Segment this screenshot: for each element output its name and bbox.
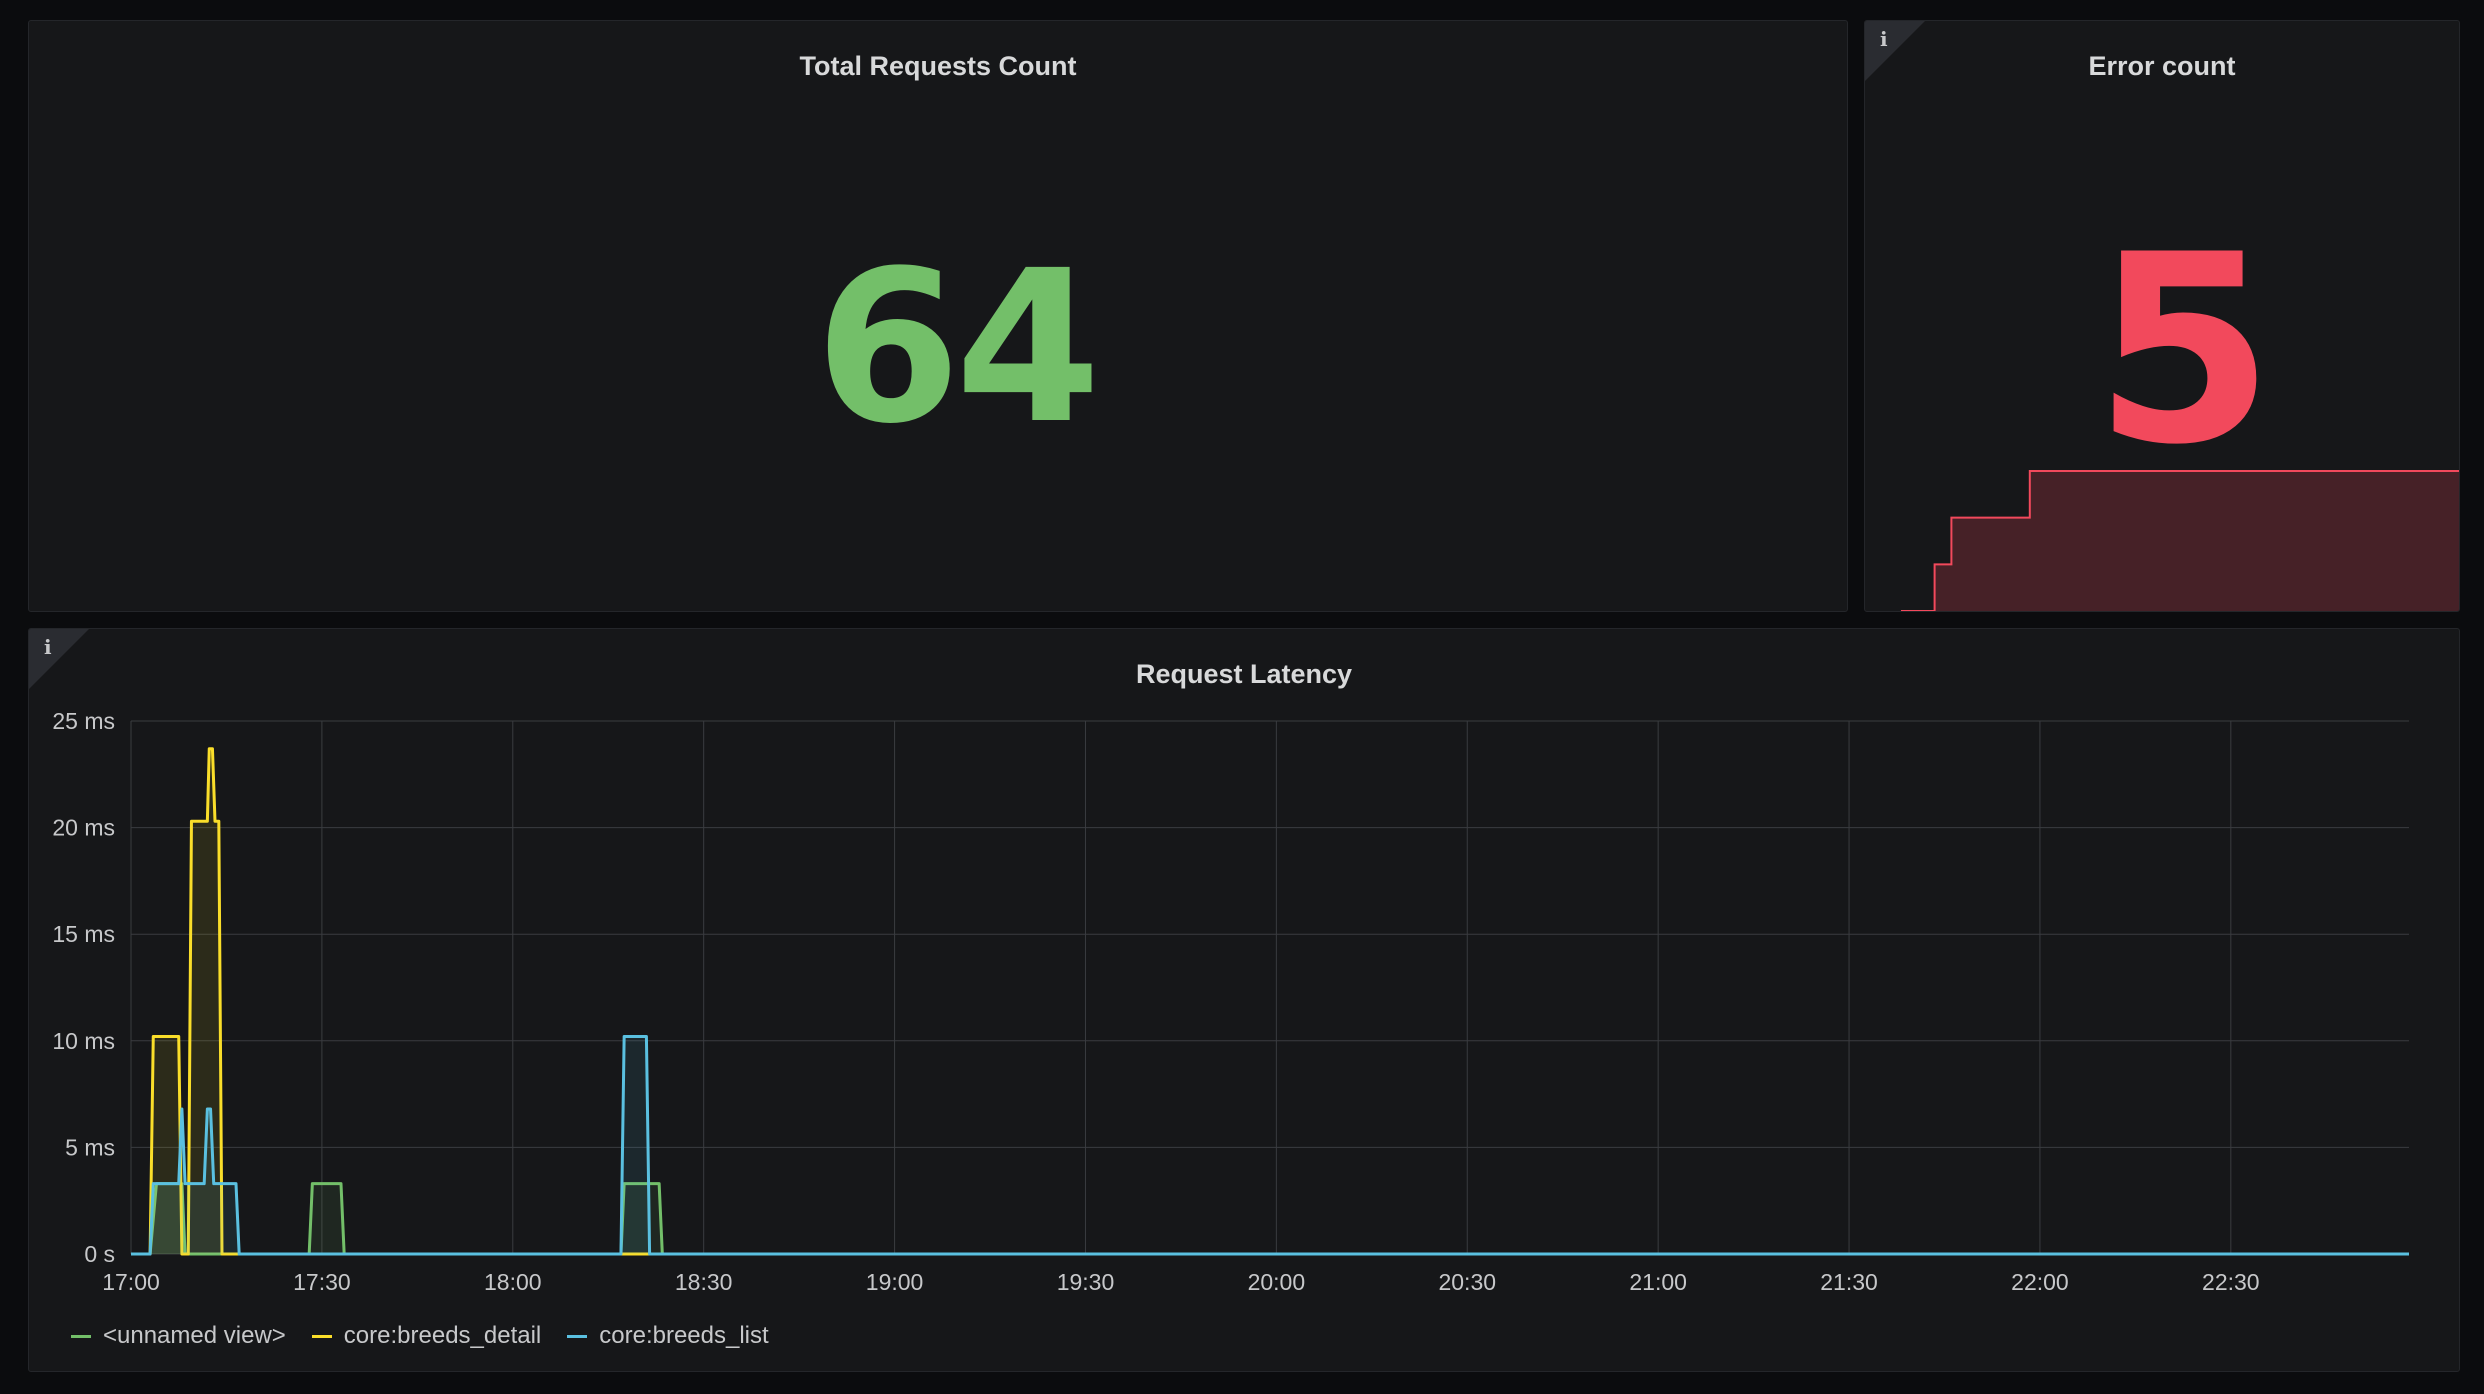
y-tick-label: 25 ms <box>52 708 115 734</box>
legend-item[interactable]: <unnamed view> <box>71 1322 286 1350</box>
y-tick-label: 15 ms <box>52 921 115 947</box>
x-tick-label: 19:00 <box>866 1269 924 1295</box>
x-tick-label: 20:30 <box>1438 1269 1496 1295</box>
series--unnamed-view- <box>131 1182 2409 1256</box>
x-tick-label: 21:00 <box>1629 1269 1687 1295</box>
legend-swatch <box>71 1334 91 1338</box>
info-icon[interactable]: i <box>1880 27 1888 51</box>
series-line <box>131 1182 2409 1256</box>
x-tick-label: 22:30 <box>2202 1269 2260 1295</box>
legend-label[interactable]: <unnamed view> <box>103 1322 286 1350</box>
y-tick-label: 5 ms <box>65 1134 115 1160</box>
x-tick-label: 18:00 <box>484 1269 542 1295</box>
total-requests-value: 64 <box>814 225 1101 470</box>
chart-legend: <unnamed view> core:breeds_detail core:bre… <box>71 1322 769 1350</box>
series-area <box>131 748 2409 1254</box>
series-area <box>131 1183 2409 1254</box>
series-core-breeds-detail <box>131 747 2409 1256</box>
series-line <box>131 1035 2409 1256</box>
y-tick-label: 20 ms <box>52 815 115 841</box>
panel-title[interactable]: Error count <box>1865 51 2459 82</box>
legend-label[interactable]: core:breeds_detail <box>344 1322 541 1350</box>
request-latency-panel[interactable]: i Request Latency 0 s5 ms 10 ms 15 ms 20 ms… <box>28 628 2460 1372</box>
y-tick-label: 10 ms <box>52 1028 115 1054</box>
latency-chart[interactable]: 0 s 5 ms 10 ms 15 ms 20 ms 25 ms 17:00 17:30 18:… <box>29 629 2460 1372</box>
series-line <box>131 747 2409 1256</box>
legend-item[interactable]: core:breeds_detail <box>311 1322 541 1350</box>
total-requests-panel[interactable]: Total Requests Count 64 <box>28 20 1848 612</box>
series-area <box>131 1036 2409 1254</box>
legend-item[interactable]: core:breeds_list <box>567 1322 769 1350</box>
legend-swatch <box>311 1334 332 1338</box>
x-tick-label: 17:30 <box>293 1269 351 1295</box>
x-tick-label: 20:00 <box>1248 1269 1306 1295</box>
panel-title[interactable]: Total Requests Count <box>29 51 1847 82</box>
x-tick-label: 21:30 <box>1820 1269 1878 1295</box>
x-tick-label: 22:00 <box>2011 1269 2069 1295</box>
x-tick-label: 17:00 <box>102 1269 160 1295</box>
y-tick-label: 0 s <box>84 1241 115 1267</box>
legend-label[interactable]: core:breeds_list <box>599 1322 768 1350</box>
error-count-panel[interactable]: i Error count 5 <box>1864 20 2460 612</box>
error-count-value: 5 <box>2093 200 2275 502</box>
legend-swatch <box>567 1334 588 1338</box>
x-tick-label: 18:30 <box>675 1269 733 1295</box>
x-tick-label: 19:30 <box>1057 1269 1115 1295</box>
series-core-breeds-list <box>131 1035 2409 1256</box>
